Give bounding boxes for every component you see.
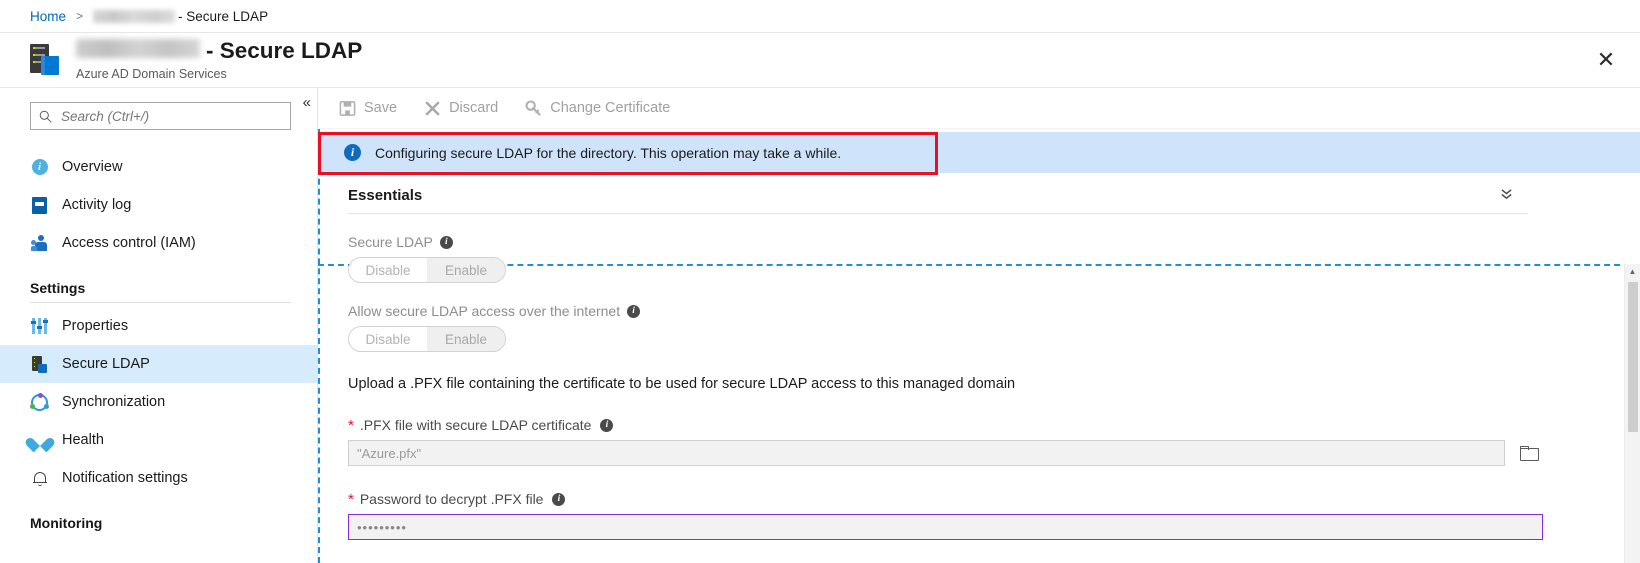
- scrollbar-thumb[interactable]: [1628, 282, 1638, 432]
- blade-body: « i Overview Activity log Access contro: [0, 88, 1640, 563]
- sidebar-item-label: Activity log: [62, 197, 132, 213]
- secure-ldap-label-text: Secure LDAP: [348, 234, 433, 250]
- info-icon[interactable]: i: [439, 235, 453, 249]
- discard-button[interactable]: Discard: [423, 99, 498, 117]
- close-icon[interactable]: ✕: [1594, 49, 1618, 71]
- search-icon: [39, 110, 52, 123]
- save-button[interactable]: Save: [338, 99, 397, 117]
- required-marker: *: [348, 490, 354, 508]
- internet-access-field-label: Allow secure LDAP access over the intern…: [348, 303, 1640, 319]
- sidebar-item-notification-settings[interactable]: Notification settings: [0, 459, 317, 497]
- sidebar-item-label: Access control (IAM): [62, 235, 196, 251]
- breadcrumb-resource-redacted: [93, 9, 176, 23]
- pfx-file-label-text: .PFX file with secure LDAP certificate: [359, 417, 592, 433]
- internet-access-toggle-disable[interactable]: Disable: [349, 327, 427, 351]
- folder-icon: [1519, 445, 1539, 461]
- info-icon: i: [344, 144, 361, 161]
- search-input[interactable]: [59, 107, 290, 125]
- page-title: - Secure LDAP: [76, 39, 362, 63]
- status-banner-text: Configuring secure LDAP for the director…: [375, 144, 842, 161]
- breadcrumb-separator-icon: >: [76, 9, 84, 23]
- properties-icon: [30, 317, 49, 336]
- page-subtitle: Azure AD Domain Services: [76, 66, 227, 81]
- breadcrumb-home-link[interactable]: Home: [30, 9, 66, 24]
- status-banner: i Configuring secure LDAP for the direct…: [318, 132, 1640, 173]
- sidebar-item-label: Overview: [62, 159, 123, 175]
- info-icon[interactable]: i: [552, 492, 566, 506]
- synchronization-icon: [30, 392, 49, 412]
- sidebar-item-health[interactable]: Health: [0, 421, 317, 459]
- info-icon[interactable]: i: [627, 304, 641, 318]
- sidebar-top-items: i Overview Activity log Access control (…: [0, 148, 317, 262]
- health-icon: [23, 431, 56, 453]
- domain-services-icon: [28, 43, 62, 77]
- internet-access-toggle-enable[interactable]: Enable: [427, 327, 505, 351]
- access-control-icon: [30, 234, 49, 253]
- secure-ldap-toggle[interactable]: Disable Enable: [348, 257, 506, 283]
- sidebar-item-activity-log[interactable]: Activity log: [0, 186, 317, 224]
- sidebar-item-access-control[interactable]: Access control (IAM): [0, 224, 317, 262]
- bell-icon: [30, 469, 49, 488]
- secure-ldap-toggle-enable[interactable]: Enable: [427, 258, 505, 282]
- blade-header: - Secure LDAP Azure AD Domain Services ✕: [0, 33, 1640, 88]
- save-button-label: Save: [364, 100, 398, 116]
- essentials-section-header[interactable]: Essentials: [348, 187, 1528, 214]
- sidebar-item-overview[interactable]: i Overview: [0, 148, 317, 186]
- breadcrumb: Home > - Secure LDAP: [0, 0, 1640, 33]
- pfx-file-input-row: [348, 440, 1543, 466]
- internet-access-label-text: Allow secure LDAP access over the intern…: [348, 303, 621, 319]
- command-toolbar: Save Discard Change Certificate: [318, 88, 1640, 129]
- pfx-password-label-text: Password to decrypt .PFX file: [359, 491, 544, 507]
- sidebar-item-label: Secure LDAP: [62, 356, 150, 372]
- sidebar-group-monitoring-title: Monitoring: [30, 515, 103, 531]
- info-icon: i: [30, 158, 49, 177]
- pfx-password-input[interactable]: [348, 514, 1543, 540]
- close-x-icon: [423, 99, 441, 117]
- sidebar-item-properties[interactable]: Properties: [0, 307, 317, 345]
- sidebar-item-label: Health: [62, 432, 104, 448]
- essentials-label: Essentials: [348, 187, 423, 204]
- secure-ldap-form: Essentials Secure LDAP i Disable Enable …: [318, 187, 1640, 540]
- sidebar-item-label: Notification settings: [62, 470, 188, 486]
- sidebar-item-label: Synchronization: [62, 394, 166, 410]
- page-title-suffix: - Secure LDAP: [206, 38, 363, 64]
- pfx-file-label: * .PFX file with secure LDAP certificate…: [348, 417, 1640, 433]
- internet-access-toggle[interactable]: Disable Enable: [348, 326, 506, 352]
- sidebar-group-settings-title: Settings: [30, 280, 86, 296]
- collapse-sidebar-icon[interactable]: «: [303, 95, 311, 110]
- chevron-double-down-icon[interactable]: [1499, 188, 1514, 203]
- required-marker: *: [348, 416, 354, 434]
- upload-instructions: Upload a .PFX file containing the certif…: [348, 376, 1016, 392]
- sidebar-group-divider: [30, 302, 291, 303]
- content-scrollbar[interactable]: ▲: [1624, 264, 1640, 563]
- sidebar-group-settings-items: Properties Secure LDAP Synchronization H…: [0, 307, 317, 497]
- secure-ldap-toggle-disable[interactable]: Disable: [349, 258, 427, 282]
- change-certificate-button[interactable]: Change Certificate: [524, 99, 670, 117]
- sidebar-item-synchronization[interactable]: Synchronization: [0, 383, 317, 421]
- change-certificate-button-label: Change Certificate: [550, 100, 671, 116]
- activity-log-icon: [30, 196, 49, 215]
- info-icon[interactable]: i: [600, 418, 614, 432]
- resource-name-redacted: [76, 39, 200, 59]
- search-box[interactable]: [30, 102, 291, 130]
- pfx-password-label: * Password to decrypt .PFX file i: [348, 491, 1640, 507]
- sidebar: « i Overview Activity log Access contro: [0, 88, 318, 563]
- pfx-file-input[interactable]: [348, 440, 1505, 466]
- content-area: Save Discard Change Certificate i Config…: [318, 88, 1640, 563]
- key-icon: [524, 99, 542, 117]
- save-icon: [338, 99, 356, 117]
- chevron-up-icon[interactable]: ▲: [1625, 264, 1640, 278]
- secure-ldap-field-label: Secure LDAP i: [348, 234, 1640, 250]
- sidebar-item-label: Properties: [62, 318, 129, 334]
- breadcrumb-current-page: - Secure LDAP: [178, 8, 269, 24]
- browse-file-button[interactable]: [1515, 440, 1543, 466]
- sidebar-item-secure-ldap[interactable]: Secure LDAP: [0, 345, 317, 383]
- secure-ldap-icon: [30, 355, 49, 374]
- discard-button-label: Discard: [449, 100, 499, 116]
